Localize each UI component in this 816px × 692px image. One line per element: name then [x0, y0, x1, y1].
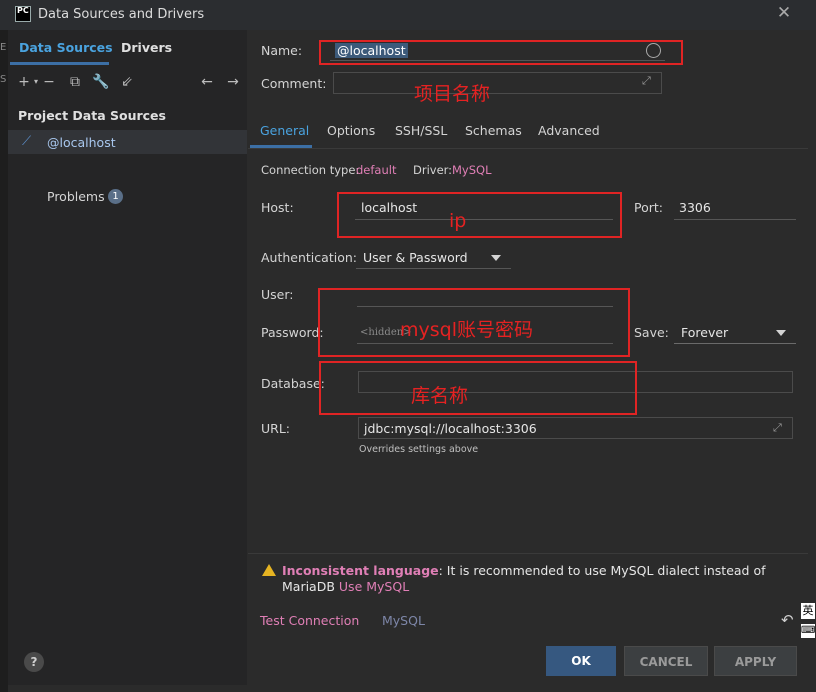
active-tab-indicator [10, 62, 109, 65]
auth-label: Authentication: [261, 250, 357, 265]
comment-input[interactable] [333, 72, 662, 94]
annotation-box-name [319, 40, 683, 65]
remove-icon[interactable]: − [40, 73, 58, 91]
warning-text: : It is recommended to use MySQL dialect… [438, 563, 766, 578]
comment-label: Comment: [261, 76, 327, 91]
annotation-box-database [319, 361, 637, 415]
forward-icon[interactable]: → [224, 73, 242, 91]
annotation-box-host [337, 192, 622, 238]
url-label: URL: [261, 421, 291, 436]
tab-schemas[interactable]: Schemas [465, 123, 522, 138]
tab-drivers[interactable]: Drivers [121, 40, 172, 55]
ime-keyboard-icon[interactable]: ⌨ [801, 624, 815, 638]
section-title: Project Data Sources [18, 108, 166, 123]
chevron-down-icon[interactable] [491, 255, 501, 261]
port-value: 3306 [679, 200, 711, 215]
user-label: User: [261, 287, 294, 302]
window-title: Data Sources and Drivers [38, 7, 205, 22]
password-label: Password: [261, 325, 324, 340]
data-source-item[interactable] [8, 130, 247, 154]
app-icon: PC [15, 6, 31, 22]
edge-glyph: S [0, 74, 7, 85]
warning-message: Inconsistent language: It is recommended… [282, 563, 782, 595]
help-button[interactable]: ? [24, 652, 44, 672]
import-icon[interactable]: ⇙ [118, 73, 136, 91]
undo-icon[interactable]: ↶ [781, 611, 794, 629]
data-source-label[interactable]: @localhost [47, 135, 116, 150]
wrench-icon[interactable]: 🔧 [92, 73, 110, 91]
back-icon[interactable]: ← [198, 73, 216, 91]
problems-count-badge: 1 [108, 189, 123, 204]
auth-value: User & Password [363, 250, 468, 265]
save-label: Save: [634, 325, 669, 340]
name-label: Name: [261, 43, 303, 58]
tab-options[interactable]: Options [327, 123, 375, 138]
divider [248, 553, 808, 554]
copy-icon[interactable]: ⧉ [66, 73, 84, 91]
test-connection-link[interactable]: Test Connection [260, 613, 359, 628]
database-icon: ⟋ [22, 134, 32, 149]
connection-type-value[interactable]: default [356, 163, 396, 177]
warning-text-2: MariaDB [282, 579, 339, 594]
warning-icon [262, 564, 276, 576]
close-icon[interactable]: ✕ [775, 4, 793, 22]
url-hint: Overrides settings above [359, 444, 479, 455]
ok-button[interactable]: OK [546, 646, 616, 676]
url-value: jdbc:mysql://localhost:3306 [364, 421, 537, 436]
connection-type-label: Connection type: [261, 163, 360, 177]
tab-advanced[interactable]: Advanced [538, 123, 600, 138]
expand-icon[interactable]: ⤢ [773, 421, 782, 435]
annotation-project-name: 项目名称 [414, 83, 491, 105]
cancel-button[interactable]: CANCEL [624, 646, 708, 676]
active-tab-indicator [250, 145, 312, 148]
sidebar [8, 30, 247, 685]
warning-title: Inconsistent language [282, 563, 439, 578]
annotation-db-name: 库名称 [411, 385, 469, 407]
port-label: Port: [634, 200, 663, 215]
save-value: Forever [681, 325, 729, 340]
database-label: Database: [261, 376, 325, 391]
annotation-ip: ip [449, 210, 467, 232]
host-label: Host: [261, 200, 294, 215]
driver-value[interactable]: MySQL [452, 163, 492, 177]
problems-item[interactable]: Problems [47, 189, 105, 204]
chevron-down-icon[interactable] [776, 330, 786, 336]
driver-link[interactable]: MySQL [382, 613, 425, 628]
ime-language-indicator[interactable]: 英 [801, 603, 815, 619]
driver-label: Driver: [413, 163, 453, 177]
tab-ssh-ssl[interactable]: SSH/SSL [395, 123, 447, 138]
annotation-credentials: mysql账号密码 [400, 319, 533, 341]
window-edge [0, 30, 8, 692]
apply-button[interactable]: APPLY [714, 646, 797, 676]
expand-icon[interactable]: ⤢ [642, 74, 651, 88]
tab-data-sources[interactable]: Data Sources [19, 40, 113, 55]
edge-glyph: E [0, 42, 7, 53]
tab-general[interactable]: General [260, 123, 309, 138]
use-mysql-link[interactable]: Use MySQL [339, 579, 409, 594]
